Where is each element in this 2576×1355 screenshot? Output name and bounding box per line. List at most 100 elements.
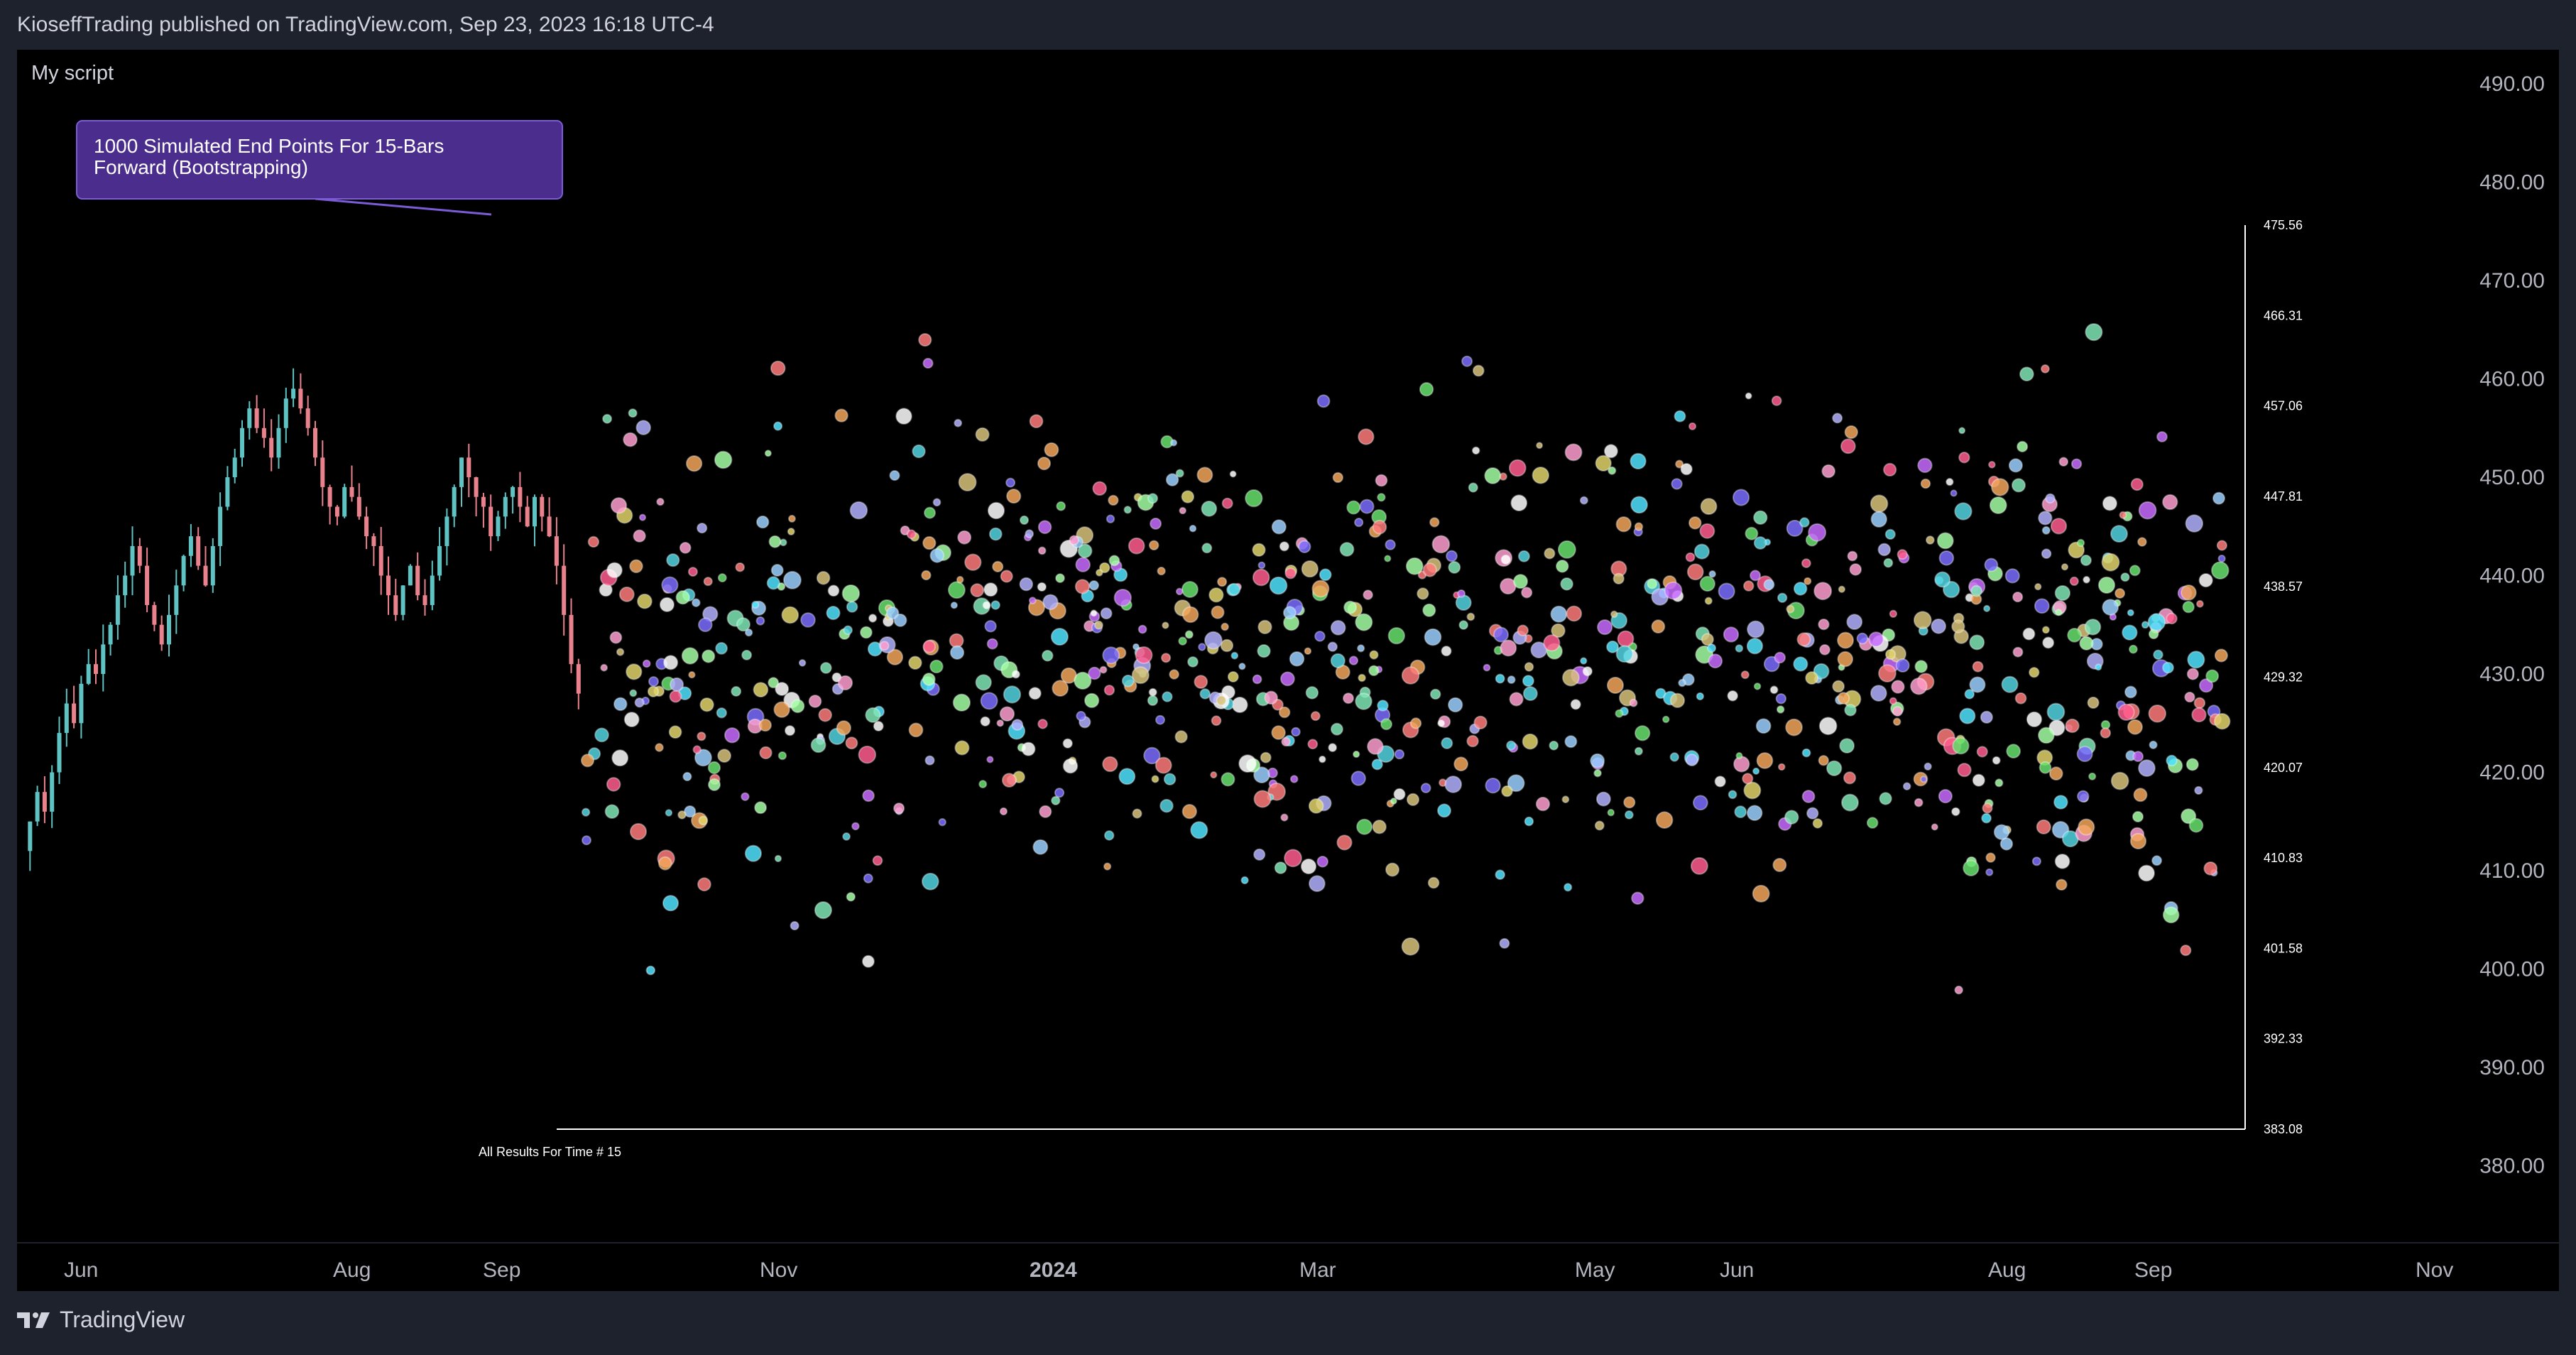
sim-point	[2130, 478, 2144, 491]
sim-point	[1506, 740, 1517, 751]
sim-point	[1685, 753, 1698, 767]
sim-point	[2129, 644, 2138, 654]
sim-point	[703, 577, 713, 587]
sim-point	[1062, 758, 1079, 774]
sim-point	[1669, 752, 1680, 762]
sim-point	[2138, 759, 2156, 777]
sim-point	[1580, 657, 1588, 665]
sim-point	[1069, 535, 1080, 546]
sim-point	[2026, 711, 2043, 728]
sim-point	[1963, 859, 1980, 877]
candle-body	[547, 516, 552, 537]
candle-body	[145, 565, 150, 606]
sim-point	[1429, 517, 1440, 528]
sim-point	[858, 745, 877, 764]
tradingview-logo[interactable]: TradingView	[16, 1307, 185, 1333]
sim-point	[1976, 746, 1988, 758]
sim-point	[1179, 506, 1186, 515]
sim-point	[1311, 579, 1330, 598]
sim-point	[2070, 458, 2083, 469]
sim-point	[1743, 781, 1762, 800]
sim-point	[980, 716, 990, 727]
sim-point	[629, 689, 638, 697]
sim-point	[2014, 692, 2027, 704]
sim-point	[2185, 758, 2199, 771]
sim-point	[1148, 687, 1157, 697]
sim-point	[1042, 650, 1054, 662]
sim-point	[2061, 563, 2069, 571]
sim-point	[1284, 849, 1302, 868]
sim-point	[879, 641, 890, 651]
sim-point	[1147, 695, 1159, 707]
sim-point	[1879, 792, 1892, 805]
sim-point	[1005, 477, 1016, 488]
sim-point	[1075, 557, 1091, 572]
sim-point	[2100, 727, 2112, 739]
sim-point	[1118, 768, 1136, 785]
price-tick-label: 470.00	[2479, 269, 2545, 293]
candle-body	[481, 496, 486, 507]
sim-point	[1028, 597, 1037, 604]
sim-point	[1187, 656, 1199, 668]
sim-point	[808, 695, 822, 708]
sim-point	[679, 542, 692, 554]
sim-point	[1348, 655, 1359, 665]
sim-point	[1484, 467, 1502, 484]
candle-body	[576, 664, 581, 694]
sim-point	[1832, 413, 1843, 424]
sim-point	[1972, 660, 1984, 673]
candle-body	[247, 408, 252, 428]
candle-body	[64, 703, 69, 734]
sim-point	[1774, 651, 1786, 664]
sim-point	[1958, 427, 1966, 435]
sim-point	[1524, 816, 1534, 827]
sim-point	[1970, 584, 1983, 597]
sim-point	[1350, 771, 1366, 786]
sim-point	[692, 598, 701, 608]
sim-point	[2045, 493, 2056, 504]
candle-body	[320, 457, 325, 487]
sim-point	[1821, 464, 1835, 479]
sim-point	[1316, 856, 1328, 868]
sim-point	[1147, 493, 1159, 504]
sim-point	[1257, 619, 1272, 635]
sim-point	[1028, 687, 1042, 700]
sim-point	[681, 647, 699, 665]
sim-point	[1826, 760, 1843, 776]
sim-point	[1228, 582, 1241, 596]
sim-point	[663, 655, 679, 670]
sim-point	[1849, 563, 1862, 576]
sim-point	[1461, 355, 1473, 367]
sim-point	[764, 450, 772, 457]
sim-point	[1387, 627, 1406, 645]
sim-point	[1252, 568, 1270, 587]
sim-point	[1535, 796, 1551, 812]
sim-point	[1102, 756, 1118, 773]
sim-point	[1750, 570, 1762, 582]
candle-body	[430, 575, 435, 606]
sim-point	[1735, 644, 1744, 653]
sim-point	[1394, 749, 1405, 760]
sim-point	[1131, 666, 1150, 685]
chart-canvas[interactable]: 475.56 466.31 457.06 447.81 438.57 429.32 420.…	[17, 50, 2559, 1291]
sim-point	[800, 612, 816, 628]
sim-point	[2193, 697, 2206, 709]
sim-point	[2054, 584, 2071, 602]
sim-point	[1274, 861, 1287, 874]
sim-point	[1062, 738, 1073, 749]
time-tick-label: Nov	[760, 1258, 797, 1282]
sim-point	[1301, 560, 1319, 578]
price-tick-label: 480.00	[2479, 171, 2545, 195]
sim-point	[2101, 553, 2120, 572]
sim-point	[635, 420, 652, 435]
sim-point	[1877, 543, 1892, 557]
time-tick-label: Sep	[2134, 1258, 2172, 1282]
chart-pane[interactable]: 475.56 466.31 457.06 447.81 438.57 429.32 420.…	[17, 50, 2559, 1291]
sim-point	[638, 513, 647, 521]
candle-body	[511, 486, 515, 497]
sim-point	[1198, 643, 1206, 651]
candle-body	[371, 536, 376, 546]
inner-tick-label: 447.81	[2264, 489, 2303, 504]
sim-point	[1883, 462, 1897, 477]
sim-point	[1951, 807, 1960, 817]
